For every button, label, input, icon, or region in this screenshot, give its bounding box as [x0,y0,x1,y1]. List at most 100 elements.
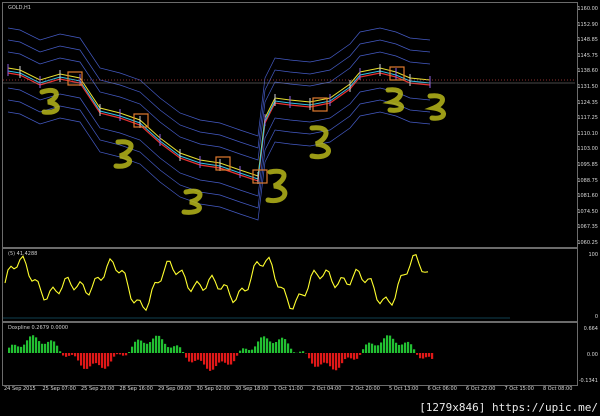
histogram-bar [212,353,215,370]
histogram-bar [71,353,74,355]
histogram-bar [326,353,329,364]
histogram-bar [374,345,377,353]
histogram-bar [221,353,224,362]
histogram-bar [233,353,236,362]
histogram-bar [353,353,356,360]
histogram-bar [119,353,122,355]
histogram-bar [335,353,338,371]
annotation-mark [382,87,404,113]
moving-average-yellow [7,67,431,177]
histogram-bar [323,353,326,363]
histogram-bar [65,353,68,357]
histogram-bar [269,341,272,353]
histogram-bar [308,353,311,359]
histogram-bar [17,346,20,353]
histogram-bar [11,344,14,353]
histogram-bar [251,349,254,353]
envelope-band [7,99,431,209]
histogram-bar [83,353,86,369]
histogram-bar [107,353,110,367]
histogram-bar [407,341,410,353]
histogram-bar [29,336,32,353]
histogram-bar [302,351,305,353]
histogram-bar [206,353,209,369]
histogram-bar [182,352,185,353]
histogram-bar [242,348,245,353]
histogram-bar [245,348,248,353]
histogram-bar [203,353,206,365]
histogram-bar [254,346,257,353]
histogram-bar [134,341,137,353]
histogram-bar [59,351,62,353]
histogram-bar [176,345,179,353]
annotation-mark [265,168,288,204]
histogram-bar [311,353,314,364]
histogram-bar [149,342,152,353]
histogram-bar [122,353,125,356]
histogram-bar [215,353,218,367]
moving-average-red [7,72,431,182]
histogram-bar [260,337,263,353]
histogram-bar [56,345,59,353]
histogram-bar [266,338,269,353]
histogram-bar [224,353,227,363]
histogram-bar [227,353,230,365]
annotation-mark [424,93,446,121]
histogram-bar [419,353,422,359]
histogram-bar [284,339,287,353]
histogram-bar [371,343,374,353]
histogram-bar [398,344,401,353]
histogram-bar [116,353,119,355]
histogram-bar [413,349,416,353]
histogram-bar [152,338,155,353]
histogram-bar [383,338,386,353]
histogram-bar [257,341,260,353]
histogram-bar [101,353,104,368]
histogram-bar [161,339,164,353]
histogram-bar [386,335,389,353]
histogram-bar [236,353,239,356]
annotation-mark [113,139,134,169]
histogram-bar [197,353,200,360]
histogram-bar [143,342,146,353]
histogram-bar [188,353,191,362]
histogram-bar [350,353,353,359]
histogram-bar [164,343,167,353]
histogram-bar [41,343,44,353]
oscillator-line [4,254,429,312]
histogram-bar [140,340,143,353]
histogram-bar [80,353,83,366]
envelope-band [7,87,431,197]
histogram-bar [14,344,17,353]
histogram-bar [263,336,266,353]
histogram-bar [74,353,77,357]
histogram-bar [329,353,332,367]
histogram-bar [137,339,140,353]
histogram-bar [86,353,89,369]
histogram-bar [194,353,197,361]
histogram-bar [179,347,182,353]
histogram-bar [47,341,50,353]
histogram-bar [185,353,188,358]
histogram-bar [395,342,398,353]
histogram-bar [98,353,101,366]
histogram-bar [347,353,350,358]
histogram-bar [410,344,413,353]
histogram-bar [359,353,362,355]
histogram-bar [389,335,392,353]
histogram-bar [110,353,113,362]
histogram-bar [299,351,302,353]
histogram-bar [125,353,128,356]
envelope-band [7,51,431,161]
histogram-bar [191,353,194,363]
histogram-bar [362,349,365,353]
histogram-bar [158,335,161,353]
histogram-bar [53,341,56,353]
histogram-bar [218,353,221,363]
histogram-bar [404,342,407,353]
histogram-bar [377,345,380,353]
histogram-bar [35,337,38,353]
histogram-bar [422,353,425,359]
histogram-bar [104,353,107,369]
histogram-bar [89,353,92,367]
